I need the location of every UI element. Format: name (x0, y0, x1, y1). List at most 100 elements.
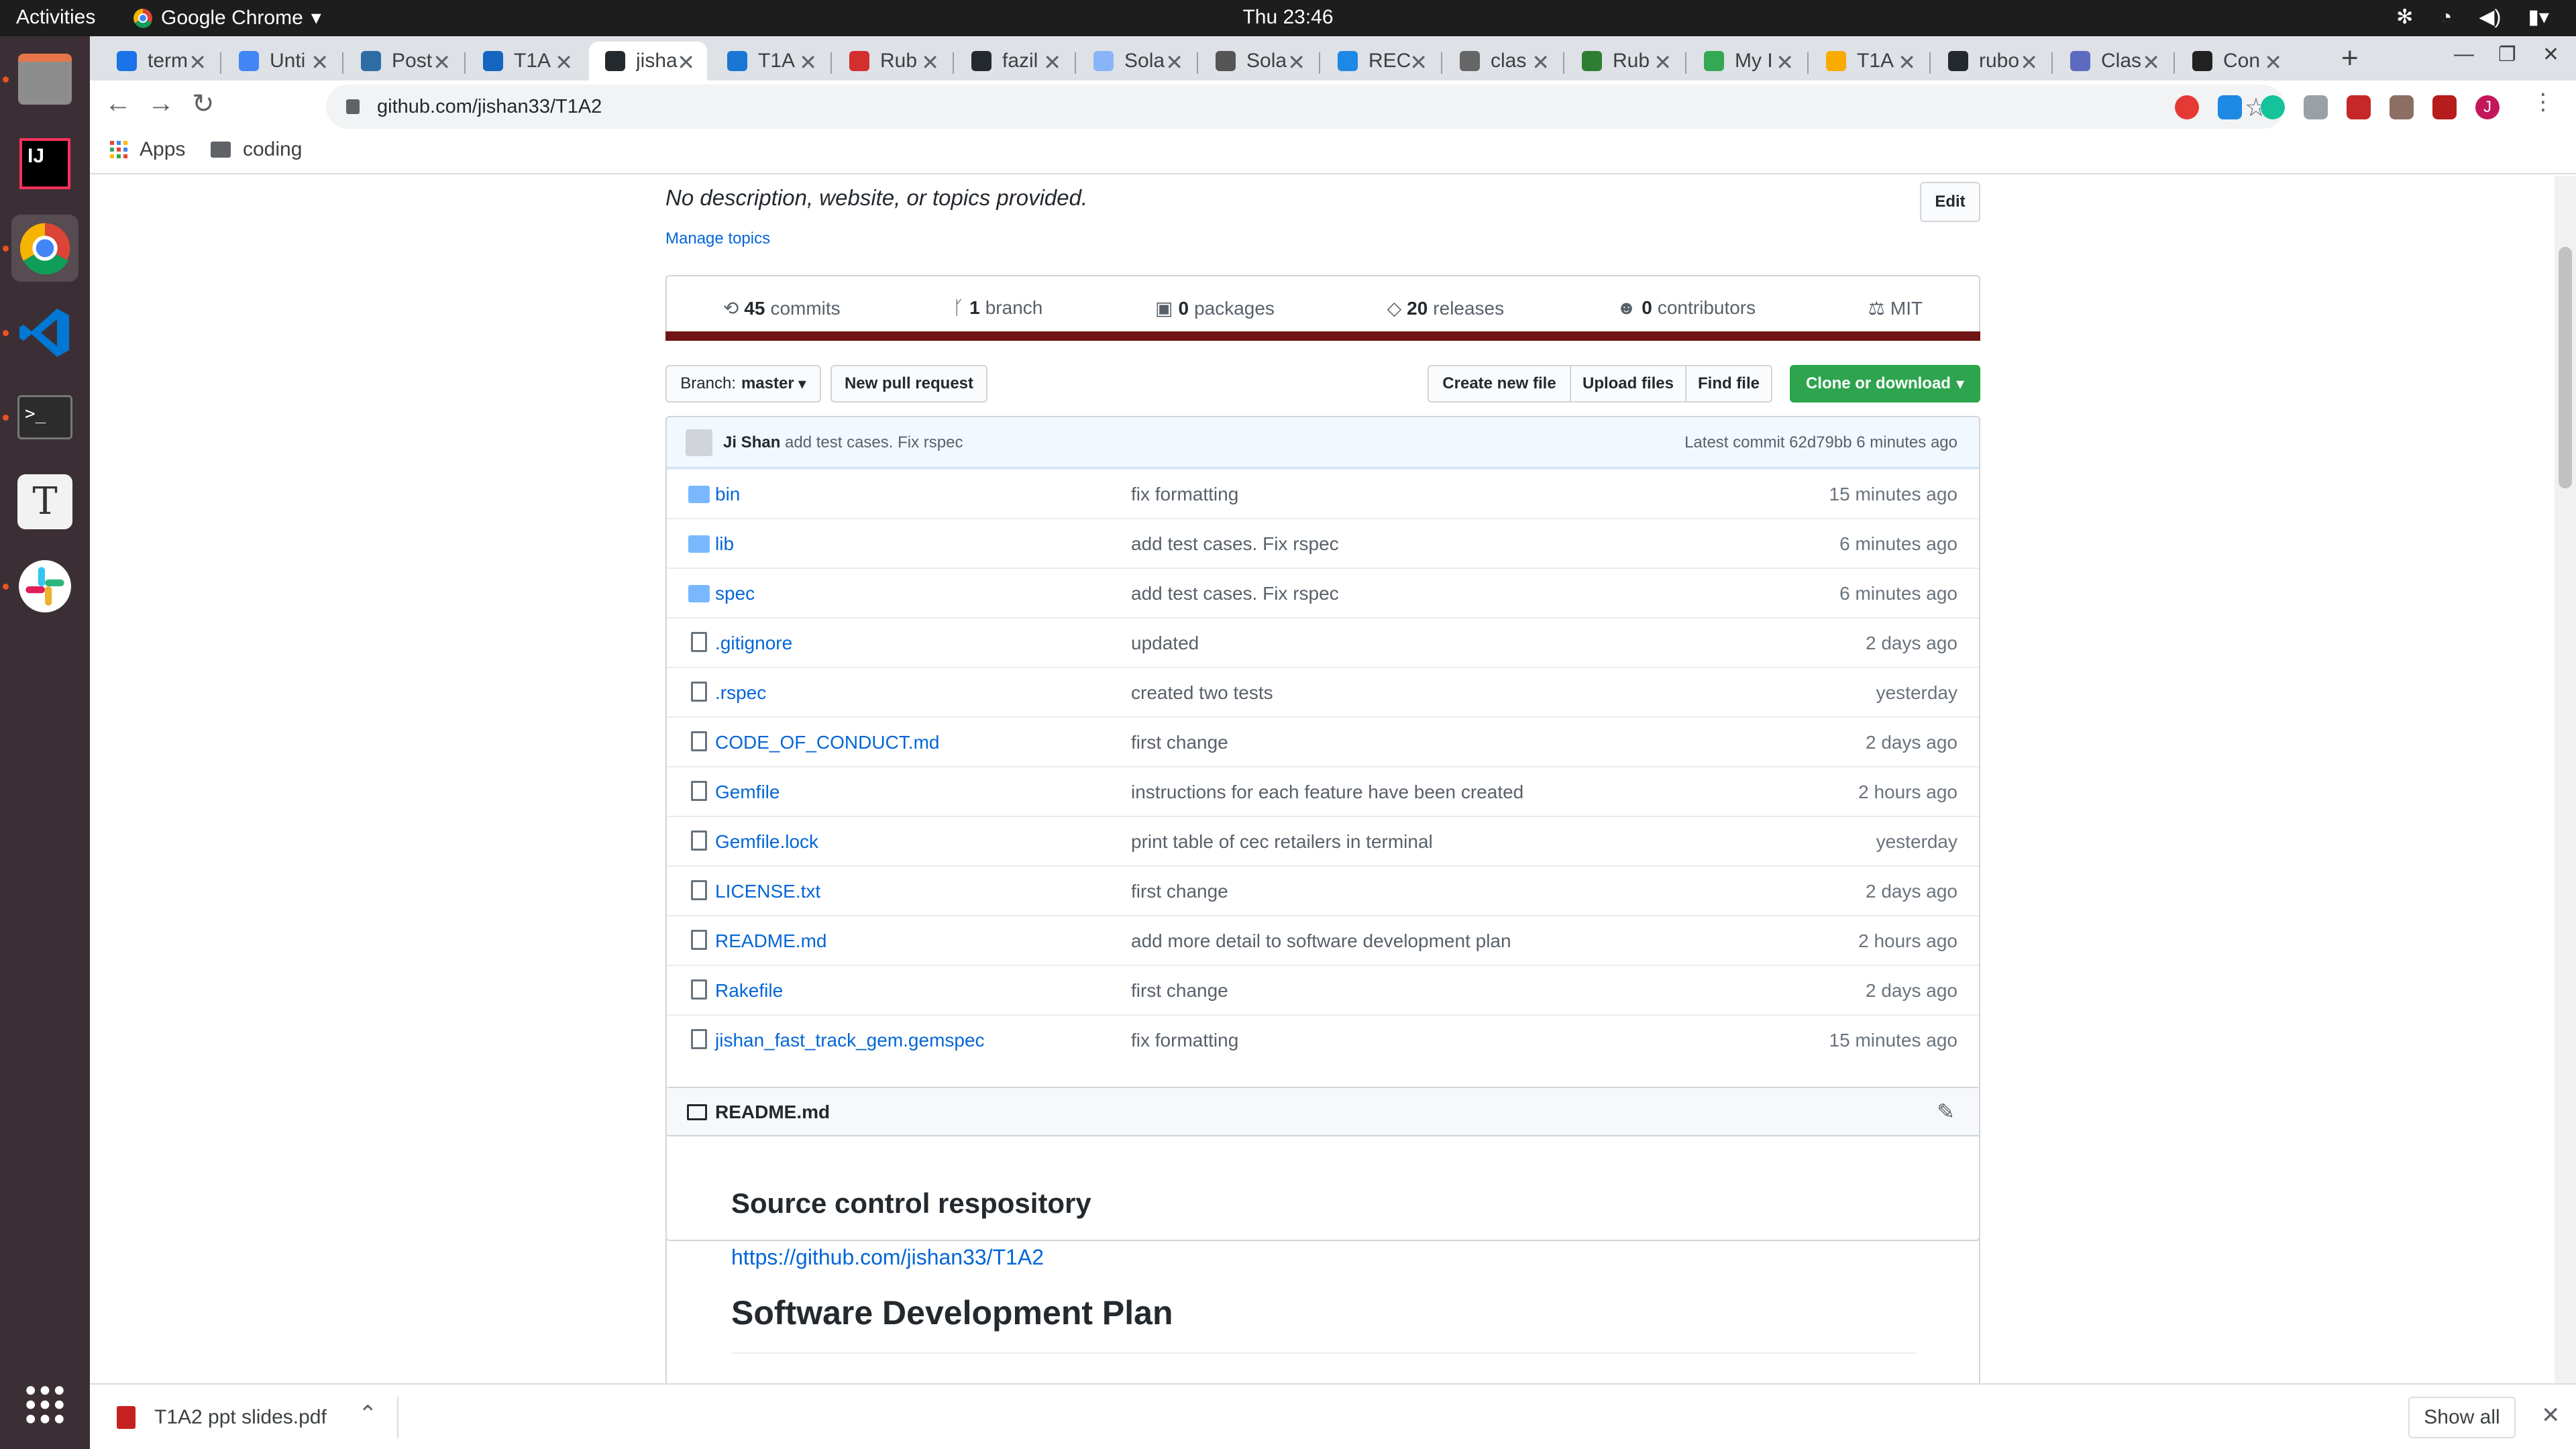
browser-tab[interactable]: Con ✕ (2176, 42, 2294, 80)
repo-stat-mit[interactable]: ⚖ MIT (1868, 297, 1923, 319)
file-commit-message[interactable]: add test cases. Fix rspec (1131, 583, 1339, 604)
file-name-link[interactable]: Gemfile (715, 782, 780, 803)
tab-close-icon[interactable]: ✕ (1287, 50, 1305, 75)
clone-or-download-button[interactable]: Clone or download ▾ (1790, 365, 1980, 402)
calendar-extension-icon[interactable] (2347, 95, 2371, 119)
chrome-menu-icon[interactable]: ⋮ (2532, 89, 2555, 115)
file-commit-message[interactable]: fix formatting (1131, 1030, 1238, 1051)
edit-description-button[interactable]: Edit (1920, 182, 1980, 222)
close-shelf-icon[interactable]: ✕ (2541, 1402, 2561, 1429)
forward-button[interactable]: → (148, 89, 174, 119)
commit-author[interactable]: Ji Shan (723, 433, 780, 452)
adblock-extension-icon[interactable] (2175, 95, 2199, 119)
browser-tab[interactable]: Post ✕ (345, 42, 463, 80)
file-commit-message[interactable]: created two tests (1131, 682, 1273, 704)
tab-close-icon[interactable]: ✕ (1409, 50, 1428, 75)
file-name-link[interactable]: README.md (715, 930, 826, 952)
slack-dock-icon[interactable] (11, 553, 78, 620)
avatar[interactable] (686, 429, 712, 456)
file-commit-message[interactable]: updated (1131, 633, 1199, 654)
slack-tray-icon[interactable]: ✻ (2396, 5, 2413, 29)
browser-tab[interactable]: Rub ✕ (1566, 42, 1684, 80)
file-name-link[interactable]: spec (715, 583, 755, 604)
browser-tab[interactable]: fazil ✕ (955, 42, 1073, 80)
maximize-button[interactable]: ❐ (2498, 43, 2516, 66)
browser-tab[interactable]: REC ✕ (1322, 42, 1440, 80)
terminal-dock-icon[interactable]: >_ (11, 384, 78, 451)
tab-close-icon[interactable]: ✕ (189, 50, 207, 75)
upload-files-button[interactable]: Upload files (1570, 365, 1686, 402)
volume-icon[interactable]: ◀) (2479, 5, 2501, 29)
file-name-link[interactable]: .rspec (715, 682, 766, 704)
file-commit-message[interactable]: first change (1131, 980, 1228, 1002)
dropbox-extension-icon[interactable] (2304, 95, 2328, 119)
browser-tab[interactable]: T1A ✕ (711, 42, 829, 80)
file-commit-message[interactable]: first change (1131, 881, 1228, 902)
tab-close-icon[interactable]: ✕ (555, 50, 573, 75)
readme-repo-link[interactable]: https://github.com/jishan33/T1A2 (731, 1245, 1044, 1270)
clock[interactable]: Thu 23:46 (1242, 6, 1333, 28)
files-dock-icon[interactable] (11, 46, 78, 113)
commit-message[interactable]: add test cases. Fix rspec (785, 433, 963, 452)
tab-close-icon[interactable]: ✕ (1165, 50, 1183, 75)
vscode-dock-icon[interactable] (11, 299, 78, 366)
window-close-button[interactable]: ✕ (2542, 43, 2559, 66)
browser-tab[interactable]: jisha ✕ (589, 42, 707, 80)
browser-tab[interactable]: Clas ✕ (2054, 42, 2172, 80)
file-commit-message[interactable]: first change (1131, 732, 1228, 753)
file-commit-message[interactable]: add more detail to software development … (1131, 930, 1511, 952)
file-commit-message[interactable]: add test cases. Fix rspec (1131, 533, 1339, 555)
file-name-link[interactable]: Rakefile (715, 980, 783, 1002)
new-pull-request-button[interactable]: New pull request (830, 365, 987, 402)
find-file-button[interactable]: Find file (1685, 365, 1772, 402)
reload-button[interactable]: ↻ (192, 89, 215, 119)
shield-extension-icon[interactable] (2218, 95, 2242, 119)
file-commit-message[interactable]: print table of cec retailers in terminal (1131, 831, 1433, 853)
intellij-dock-icon[interactable]: IJ (11, 130, 78, 197)
browser-tab[interactable]: Sola ✕ (1199, 42, 1318, 80)
file-name-link[interactable]: Gemfile.lock (715, 831, 818, 853)
tab-close-icon[interactable]: ✕ (2264, 50, 2282, 75)
scrollbar-thumb[interactable] (2559, 247, 2572, 488)
repo-stat-packages[interactable]: ▣ 0 packages (1155, 297, 1275, 319)
repo-stat-releases[interactable]: ◇ 20 releases (1387, 297, 1505, 319)
show-all-button[interactable]: Show all (2408, 1397, 2516, 1438)
tab-close-icon[interactable]: ✕ (1654, 50, 1672, 75)
repo-stat-contributors[interactable]: ☻ 0 contributors (1617, 297, 1756, 319)
system-tray[interactable]: ✻ ◔ ◀) ▮▾ (2396, 5, 2549, 29)
repo-stat-commits[interactable]: ⟲ 45 commits (723, 297, 841, 319)
file-name-link[interactable]: LICENSE.txt (715, 881, 820, 902)
tab-close-icon[interactable]: ✕ (1898, 50, 1916, 75)
file-name-link[interactable]: CODE_OF_CONDUCT.md (715, 732, 939, 753)
tab-close-icon[interactable]: ✕ (2142, 50, 2160, 75)
browser-tab[interactable]: Sola ✕ (1077, 42, 1195, 80)
profile-avatar[interactable]: J (2475, 95, 2500, 119)
tab-close-icon[interactable]: ✕ (2020, 50, 2038, 75)
browser-tab[interactable]: T1A ✕ (467, 42, 585, 80)
new-tab-button[interactable]: + (2341, 42, 2359, 75)
pencil-icon[interactable]: ✎ (1937, 1099, 1955, 1124)
battery-icon[interactable]: ▮▾ (2528, 5, 2549, 29)
browser-tab[interactable]: Unti ✕ (223, 42, 341, 80)
chevron-up-icon[interactable]: ⌃ (358, 1401, 378, 1428)
grammarly-extension-icon[interactable] (2261, 95, 2285, 119)
tab-close-icon[interactable]: ✕ (1532, 50, 1550, 75)
browser-tab[interactable]: clas ✕ (1444, 42, 1562, 80)
file-name-link[interactable]: jishan_fast_track_gem.gemspec (715, 1030, 985, 1051)
activities-button[interactable]: Activities (16, 6, 95, 29)
address-bar[interactable]: github.com/jishan33/T1A2 ☆ (326, 85, 2285, 129)
tab-close-icon[interactable]: ✕ (1043, 50, 1061, 75)
file-name-link[interactable]: lib (715, 533, 734, 555)
notes-extension-icon[interactable] (2432, 95, 2457, 119)
tab-close-icon[interactable]: ✕ (433, 50, 451, 75)
file-commit-message[interactable]: instructions for each feature have been … (1131, 782, 1523, 803)
wifi-icon[interactable]: ◔ (2440, 6, 2452, 29)
create-new-file-button[interactable]: Create new file (1428, 365, 1571, 402)
file-name-link[interactable]: .gitignore (715, 633, 792, 654)
metrics-extension-icon[interactable] (2390, 95, 2414, 119)
browser-tab[interactable]: term ✕ (101, 42, 219, 80)
minimize-button[interactable]: — (2454, 43, 2474, 66)
branch-select-button[interactable]: Branch: master ▾ (665, 365, 821, 402)
tab-close-icon[interactable]: ✕ (921, 50, 939, 75)
browser-tab[interactable]: Rub ✕ (833, 42, 951, 80)
